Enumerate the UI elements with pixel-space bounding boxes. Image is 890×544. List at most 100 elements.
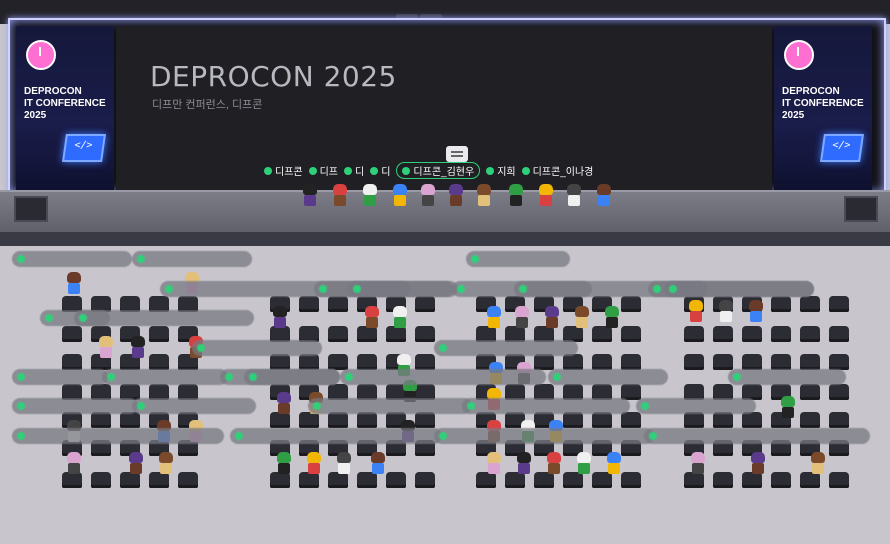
- player-avatar[interactable]: [448, 184, 464, 208]
- speaker-name-tag[interactable]: 디프콘: [264, 162, 303, 179]
- player-avatar[interactable]: [566, 184, 582, 208]
- player-avatar[interactable]: [690, 452, 706, 476]
- audience-seat[interactable]: [829, 384, 849, 400]
- audience-seat[interactable]: [800, 296, 820, 312]
- player-avatar[interactable]: [130, 336, 146, 360]
- player-avatar[interactable]: [362, 184, 378, 208]
- player-avatar[interactable]: [302, 184, 318, 208]
- audience-seat[interactable]: [120, 412, 140, 428]
- audience-seat[interactable]: [592, 412, 612, 428]
- audience-seat[interactable]: [742, 354, 762, 370]
- player-avatar[interactable]: [750, 452, 766, 476]
- audience-seat[interactable]: [771, 296, 791, 312]
- audience-seat[interactable]: [829, 472, 849, 488]
- audience-seat[interactable]: [328, 296, 348, 312]
- game-viewport[interactable]: DEPROCON IT CONFERENCE 2025 </> DEPROCON…: [0, 0, 890, 544]
- audience-seat[interactable]: [621, 472, 641, 488]
- player-avatar[interactable]: [276, 452, 292, 476]
- audience-seat[interactable]: [91, 412, 111, 428]
- player-avatar[interactable]: [336, 452, 352, 476]
- player-avatar[interactable]: [332, 184, 348, 208]
- audience-seat[interactable]: [299, 354, 319, 370]
- player-avatar[interactable]: [508, 184, 524, 208]
- audience-seat[interactable]: [800, 384, 820, 400]
- audience-seat[interactable]: [713, 326, 733, 342]
- player-avatar[interactable]: [66, 452, 82, 476]
- audience-seat[interactable]: [563, 412, 583, 428]
- audience-seat[interactable]: [357, 354, 377, 370]
- player-avatar[interactable]: [98, 336, 114, 360]
- player-avatar[interactable]: [576, 452, 592, 476]
- player-avatar[interactable]: [780, 396, 796, 420]
- player-avatar[interactable]: [514, 306, 530, 330]
- audience-seat[interactable]: [829, 354, 849, 370]
- player-avatar[interactable]: [392, 184, 408, 208]
- audience-seat[interactable]: [713, 354, 733, 370]
- player-avatar[interactable]: [370, 452, 386, 476]
- player-avatar[interactable]: [574, 306, 590, 330]
- player-avatar[interactable]: [486, 306, 502, 330]
- audience-seat[interactable]: [800, 326, 820, 342]
- audience-seat[interactable]: [771, 326, 791, 342]
- player-avatar[interactable]: [538, 184, 554, 208]
- audience-seat[interactable]: [800, 412, 820, 428]
- speaker-name-tag[interactable]: 디프콘_이나경: [521, 162, 593, 179]
- player-avatar[interactable]: [546, 452, 562, 476]
- audience-seat[interactable]: [829, 296, 849, 312]
- audience-seat[interactable]: [149, 354, 169, 370]
- audience-seat[interactable]: [415, 472, 435, 488]
- player-avatar[interactable]: [748, 300, 764, 324]
- audience-seat[interactable]: [415, 354, 435, 370]
- player-avatar[interactable]: [604, 306, 620, 330]
- audience-seat[interactable]: [357, 412, 377, 428]
- audience-seat[interactable]: [91, 472, 111, 488]
- player-avatar[interactable]: [272, 306, 288, 330]
- audience-seat[interactable]: [684, 326, 704, 342]
- audience-seat[interactable]: [592, 354, 612, 370]
- player-avatar[interactable]: [364, 306, 380, 330]
- audience-seat[interactable]: [415, 412, 435, 428]
- player-avatar[interactable]: [476, 184, 492, 208]
- audience-seat[interactable]: [684, 412, 704, 428]
- audience-seat[interactable]: [621, 412, 641, 428]
- audience-seat[interactable]: [299, 296, 319, 312]
- audience-seat[interactable]: [621, 354, 641, 370]
- player-avatar[interactable]: [516, 452, 532, 476]
- player-avatar[interactable]: [810, 452, 826, 476]
- player-avatar[interactable]: [66, 272, 82, 296]
- audience-seat[interactable]: [178, 472, 198, 488]
- speaker-name-tag[interactable]: 디: [370, 162, 390, 179]
- audience-seat[interactable]: [771, 472, 791, 488]
- audience-seat[interactable]: [742, 412, 762, 428]
- audience-seat[interactable]: [415, 296, 435, 312]
- player-avatar[interactable]: [420, 184, 436, 208]
- audience-seat[interactable]: [829, 412, 849, 428]
- speaker-name-tag[interactable]: 디: [344, 162, 364, 179]
- speaker-name-tag[interactable]: 디프: [308, 162, 338, 179]
- audience-seat[interactable]: [684, 354, 704, 370]
- audience-seat[interactable]: [415, 326, 435, 342]
- player-avatar[interactable]: [276, 392, 292, 416]
- audience-seat[interactable]: [742, 326, 762, 342]
- audience-seat[interactable]: [713, 472, 733, 488]
- audience-seat[interactable]: [328, 412, 348, 428]
- player-avatar[interactable]: [688, 300, 704, 324]
- player-avatar[interactable]: [128, 452, 144, 476]
- player-avatar[interactable]: [544, 306, 560, 330]
- player-avatar[interactable]: [486, 452, 502, 476]
- player-avatar[interactable]: [596, 184, 612, 208]
- audience-seat[interactable]: [829, 326, 849, 342]
- audience-seat[interactable]: [621, 296, 641, 312]
- speaker-name-tag[interactable]: 디프콘_김현우: [396, 162, 481, 179]
- player-avatar[interactable]: [718, 300, 734, 324]
- audience-seat[interactable]: [713, 412, 733, 428]
- player-avatar[interactable]: [306, 452, 322, 476]
- player-avatar[interactable]: [158, 452, 174, 476]
- audience-seat[interactable]: [270, 354, 290, 370]
- audience-seat[interactable]: [771, 354, 791, 370]
- audience-seat[interactable]: [62, 326, 82, 342]
- speaker-name-tag[interactable]: 지희: [486, 162, 516, 179]
- audience-seat[interactable]: [328, 354, 348, 370]
- player-avatar[interactable]: [606, 452, 622, 476]
- audience-seat[interactable]: [534, 354, 554, 370]
